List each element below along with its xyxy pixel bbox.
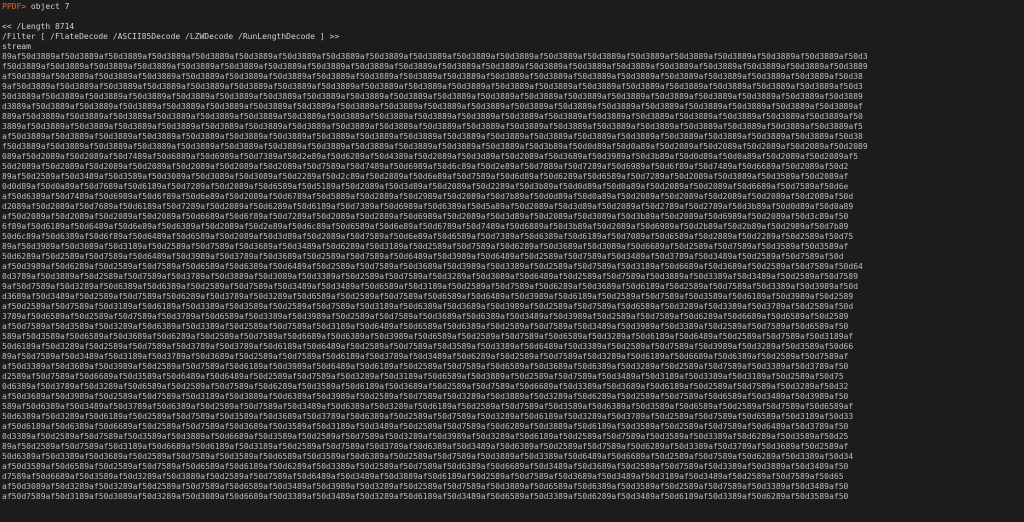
stream-line: 89af50d2589af50d3489af50d3589af50d3089af… xyxy=(2,172,849,181)
stream-line: 9af50d3889af50d3889af50d3889af50d3889af5… xyxy=(2,82,863,91)
dictionary-filter-line: /Filter [ /FlateDecode /ASCII85Decode /L… xyxy=(2,32,340,41)
command-line: PPDF> object 7 xyxy=(2,2,1024,12)
stream-line: 50d3889af50d3889af50d3889af50d3889af50d3… xyxy=(2,92,863,101)
stream-line: d2089af50d2089af50d7689af50d6189af50d728… xyxy=(2,202,854,211)
stream-line: af50d6189af50d6389af50d6689af50d2589af50… xyxy=(2,422,849,431)
stream-line: 589af50d3589af50d6589af50d3689af50d6289a… xyxy=(2,332,854,341)
stream-line: af50d3089af50d3289af50d3289af50d2589af50… xyxy=(2,482,849,491)
stream-line: af50d3889af50d3889af50d3889af50d3889af50… xyxy=(2,132,863,141)
stream-line: 889af50d3889af50d3889af50d3889af50d3889a… xyxy=(2,112,863,121)
shell-prompt: PPDF> xyxy=(2,2,27,11)
stream-line: af50d3389af50d3689af50d3989af50d2589af50… xyxy=(2,362,849,371)
stream-line: 50d2089af50d2089af50d2089af50d2089af50d2… xyxy=(2,162,849,171)
stream-line: af50d2589af50d7589af50d3189af50d6189af50… xyxy=(2,302,854,311)
stream-line: 50d6189af50d3289af50d2589af50d7589af50d3… xyxy=(2,342,854,351)
stream-line: 3789af50d6589af50d2589af50d7589af50d3789… xyxy=(2,312,849,321)
stream-line: 50d6289af50d2589af50d7589af50d6489af50d3… xyxy=(2,252,844,261)
stream-line: af50d7589af50d3589af50d3289af50d6389af50… xyxy=(2,322,849,331)
stream-line: f50d3889af50d3889af50d3889af50d3889af50d… xyxy=(2,142,868,151)
stream-line: 089af50d2089af50d2089af50d7489af50d6889a… xyxy=(2,152,859,161)
stream-line: af50d3589af50d6589af50d2589af50d7589af50… xyxy=(2,462,849,471)
stream-line: af50d3889af50d3889af50d3889af50d3889af50… xyxy=(2,72,863,81)
stream-line: f50d3889af50d3889af50d3889af50d3889af50d… xyxy=(2,62,868,71)
stream-line: af50d7589af50d3189af50d3089af50d3289af50… xyxy=(2,492,849,501)
stream-line: 0d3389af50d2589af50d7589af50d3589af50d38… xyxy=(2,432,849,441)
stream-line: 89af50d3989af50d3089af50d3189af50d2589af… xyxy=(2,242,849,251)
stream-line: 50d6c89af50d6389af50d6f89af50d6489af50d6… xyxy=(2,232,854,241)
stream-line: d3689af50d3489af50d2589af50d7589af50d628… xyxy=(2,292,854,301)
stream-line: af50d3989af50d6289af50d2589af50d7589af50… xyxy=(2,262,863,271)
stream-line: 9af50d7589af50d3289af50d6389af50d6389af5… xyxy=(2,282,859,291)
stream-line: af50d3689af50d3989af50d2589af50d7589af50… xyxy=(2,392,849,401)
stream-line: d3889af50d3889af50d3889af50d3889af50d388… xyxy=(2,102,863,111)
stream-line: af50d2089af50d2089af50d2089af50d2089af50… xyxy=(2,212,849,221)
stream-line: 89af50d7589af50d3489af50d3189af50d3789af… xyxy=(2,352,849,361)
stream-line: af50d6389af50d7489af50d6989af50d6f89af50… xyxy=(2,192,854,201)
stream-line: 3889af50d3889af50d3889af50d3889af50d3889… xyxy=(2,122,863,131)
stream-line: 89af50d3889af50d3889af50d3889af50d3889af… xyxy=(2,52,868,61)
stream-line: 89af50d2589af50d7589af50d3189af50d6689af… xyxy=(2,442,849,451)
stream-line: d7589af50d6689af50d3589af50d3289af50d388… xyxy=(2,472,844,481)
terminal-window[interactable]: PPDF> object 7 << /Length 8714 /Filter [… xyxy=(0,0,1024,522)
stream-line: 0d3789af50d3889af50d2589af50d7589af50d37… xyxy=(2,272,859,281)
stream-keyword: stream xyxy=(2,42,31,51)
stream-content: 89af50d3889af50d3889af50d3889af50d3889af… xyxy=(2,52,1024,502)
dictionary-length-line: << /Length 8714 xyxy=(2,22,75,31)
stream-line: 6f89af50d6189af50d6489af50d6e89af50d6389… xyxy=(2,222,849,231)
command-text: object 7 xyxy=(26,2,70,11)
stream-line: 0d6389af50d3789af50d3289af50d6589af50d25… xyxy=(2,382,849,391)
stream-line: 0d0d89af50d0a89af50d7689af50d6189af50d72… xyxy=(2,182,849,191)
stream-line: 50d6389af50d3389af50d3689af50d2589af50d7… xyxy=(2,452,854,461)
stream-line: 589af50d6389af50d3489af50d3789af50d6389a… xyxy=(2,402,854,411)
stream-line: d2589af50d7589af50d6689af50d3589af50d648… xyxy=(2,372,844,381)
stream-line: 50d6389af50d3289af50d6189af50d2589af50d7… xyxy=(2,412,854,421)
